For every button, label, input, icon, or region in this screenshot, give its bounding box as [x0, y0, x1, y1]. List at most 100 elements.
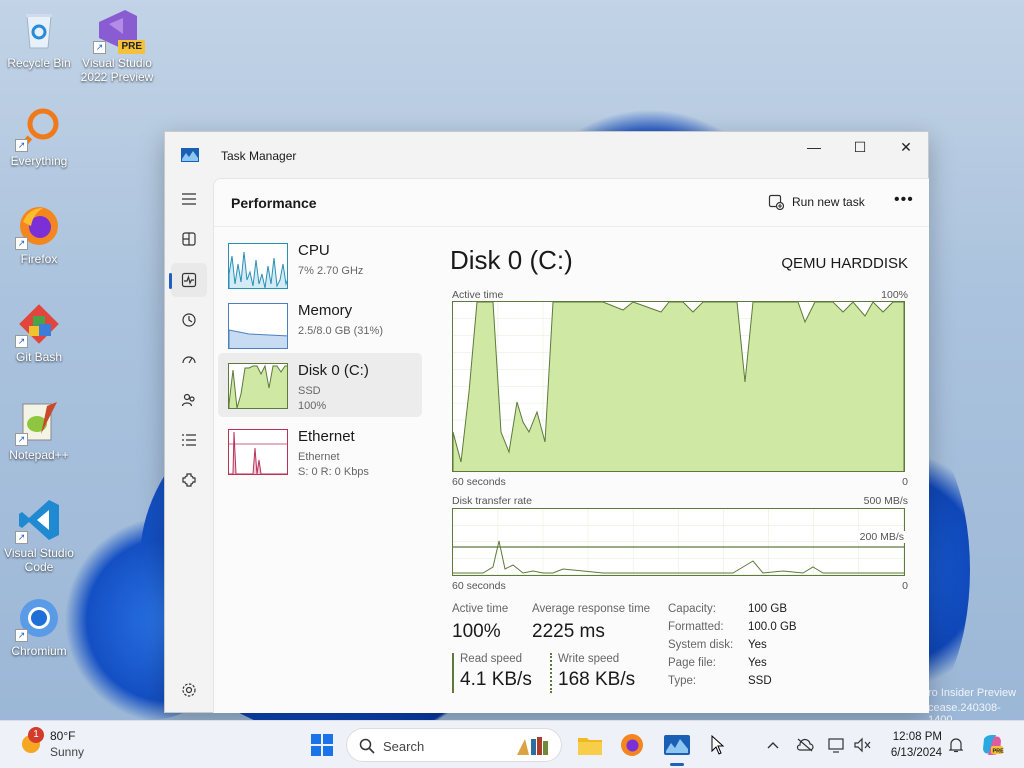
taskbar-firefox[interactable]: [616, 729, 648, 761]
prop-capacity: Capacity: 100 GB: [668, 603, 787, 615]
memory-thumbnail-graph: [228, 303, 288, 349]
chevron-up-icon: [767, 742, 779, 749]
device-item-cpu[interactable]: CPU 7% 2.70 GHz: [218, 233, 422, 297]
speaker-muted-icon: [854, 737, 871, 753]
desktop-icon-label: Git Bash: [15, 350, 63, 364]
stat-value: 168 KB/s: [558, 669, 636, 690]
taskbar-search-box[interactable]: Search: [346, 728, 562, 762]
taskbar-file-explorer[interactable]: [574, 729, 606, 761]
task-manager-app-icon: [181, 148, 199, 162]
services-icon: [182, 473, 196, 487]
stat-value: 100%: [452, 621, 501, 642]
device-name: Memory: [298, 302, 353, 319]
device-item-disk-0[interactable]: Disk 0 (C:) SSD 100%: [218, 353, 422, 417]
nav-startup-apps[interactable]: [171, 343, 207, 377]
active-time-max-label: 100%: [881, 289, 908, 301]
nav-settings[interactable]: [171, 673, 207, 707]
nav-app-history[interactable]: [171, 303, 207, 337]
nav-services[interactable]: [171, 463, 207, 497]
copilot-button[interactable]: PRE: [978, 729, 1006, 761]
more-options-button[interactable]: •••: [894, 191, 914, 209]
device-sub: 2.5/8.0 GB (31%): [298, 325, 383, 337]
bell-icon: [949, 738, 963, 753]
prop-page-file: Page file: Yes: [668, 657, 767, 669]
taskbar-task-manager[interactable]: [660, 729, 694, 766]
copilot-icon: PRE: [983, 735, 1005, 755]
nav-processes[interactable]: [171, 222, 207, 256]
disk-model: QEMU HARDDISK: [781, 255, 908, 272]
desktop-icon-chromium[interactable]: ↗ Chromium: [1, 596, 77, 658]
notifications-button[interactable]: [946, 729, 966, 761]
recycle-bin-icon: [17, 8, 61, 52]
desktop-icon-label: Visual Studio Code: [4, 546, 74, 574]
prop-type: Type: SSD: [668, 675, 772, 687]
maximize-button[interactable]: ☐: [837, 132, 883, 162]
task-manager-window: Task Manager — ☐ ✕ Performance Run new t…: [164, 131, 929, 713]
page-header: Performance Run new task •••: [214, 179, 929, 227]
title-bar[interactable]: Task Manager — ☐ ✕: [165, 132, 928, 178]
windows-start-icon: [311, 734, 333, 756]
nav-users[interactable]: [171, 383, 207, 417]
transfer-rate-x-right: 0: [902, 580, 908, 592]
tray-onedrive[interactable]: [794, 729, 816, 761]
run-new-task-button[interactable]: Run new task: [768, 194, 865, 210]
search-highlight-books-icon: [517, 737, 548, 755]
desktop-icon-visual-studio-2022-preview[interactable]: PRE ↗ Visual Studio 2022 Preview: [79, 8, 155, 84]
minimize-button[interactable]: —: [791, 132, 837, 162]
app-history-icon: [182, 313, 196, 327]
device-sub: Ethernet S: 0 R: 0 Kbps: [298, 451, 369, 478]
desktop-icon-label: Firefox: [20, 252, 58, 266]
running-indicator: [670, 763, 684, 766]
transfer-rate-line-label: 200 MB/s: [857, 531, 906, 543]
active-time-x-right: 0: [902, 476, 908, 488]
desktop-icon-everything[interactable]: ↗ Everything: [1, 106, 77, 168]
tray-volume[interactable]: [852, 729, 874, 761]
nav-performance[interactable]: [169, 263, 207, 297]
desktop-icon-label: Everything: [10, 154, 68, 168]
startup-apps-icon: [182, 356, 196, 364]
disk-title: Disk 0 (C:): [450, 245, 573, 275]
desktop-icon-visual-studio-code[interactable]: ↗ Visual Studio Code: [1, 498, 77, 574]
nav-details[interactable]: [171, 423, 207, 457]
stat-write-speed: Write speed 168 KB/s: [550, 653, 635, 693]
run-new-task-icon: [768, 194, 784, 210]
search-icon: [359, 738, 375, 754]
active-time-graph: [452, 301, 905, 472]
tray-network[interactable]: [826, 729, 848, 761]
page-title: Performance: [231, 195, 317, 211]
transfer-rate-max-label: 500 MB/s: [863, 495, 908, 507]
device-sub: 7% 2.70 GHz: [298, 265, 364, 277]
device-name: CPU: [298, 242, 330, 259]
close-button[interactable]: ✕: [883, 132, 929, 162]
clock-time: 12:08 PM: [892, 731, 942, 743]
desktop-icon-firefox[interactable]: ↗ Firefox: [1, 204, 77, 266]
device-item-memory[interactable]: Memory 2.5/8.0 GB (31%): [218, 293, 422, 357]
device-item-ethernet[interactable]: Ethernet Ethernet S: 0 R: 0 Kbps: [218, 419, 422, 483]
stat-label: Write speed: [558, 653, 620, 665]
visual-studio-icon: PRE ↗: [93, 8, 145, 54]
start-button[interactable]: [306, 729, 338, 761]
show-hidden-icons-button[interactable]: [764, 729, 782, 761]
active-time-graph-label: Active time: [452, 289, 504, 301]
stat-label: Active time: [452, 603, 509, 615]
hamburger-menu-button[interactable]: [171, 182, 207, 216]
device-list: CPU 7% 2.70 GHz Memory 2.5/8.0 GB (31%) …: [218, 233, 422, 483]
prop-system-disk: System disk: Yes: [668, 639, 767, 651]
device-name: Disk 0 (C:): [298, 362, 369, 379]
transfer-rate-graph-label: Disk transfer rate: [452, 495, 532, 507]
weather-widget[interactable]: 1 80°F Sunny: [18, 727, 84, 760]
git-bash-icon: ↗: [15, 302, 61, 348]
desktop-icon-label: Recycle Bin: [7, 56, 71, 70]
stat-value: 4.1 KB/s: [460, 669, 532, 690]
users-icon: [181, 393, 195, 407]
svg-text:PRE: PRE: [993, 749, 1005, 755]
taskbar-clock[interactable]: 12:08 PM 6/13/2024: [878, 729, 942, 761]
firefox-icon: [621, 734, 643, 756]
transfer-rate-x-left: 60 seconds: [452, 580, 506, 592]
desktop-icon-notepad-plus-plus[interactable]: ↗ Notepad++: [1, 400, 77, 462]
mouse-cursor: [708, 729, 728, 761]
desktop-icon-git-bash[interactable]: ↗ Git Bash: [1, 302, 77, 364]
desktop-icon-recycle-bin[interactable]: Recycle Bin: [1, 8, 77, 70]
weather-temperature: 80°F: [50, 729, 76, 743]
chromium-icon: ↗: [15, 596, 61, 642]
